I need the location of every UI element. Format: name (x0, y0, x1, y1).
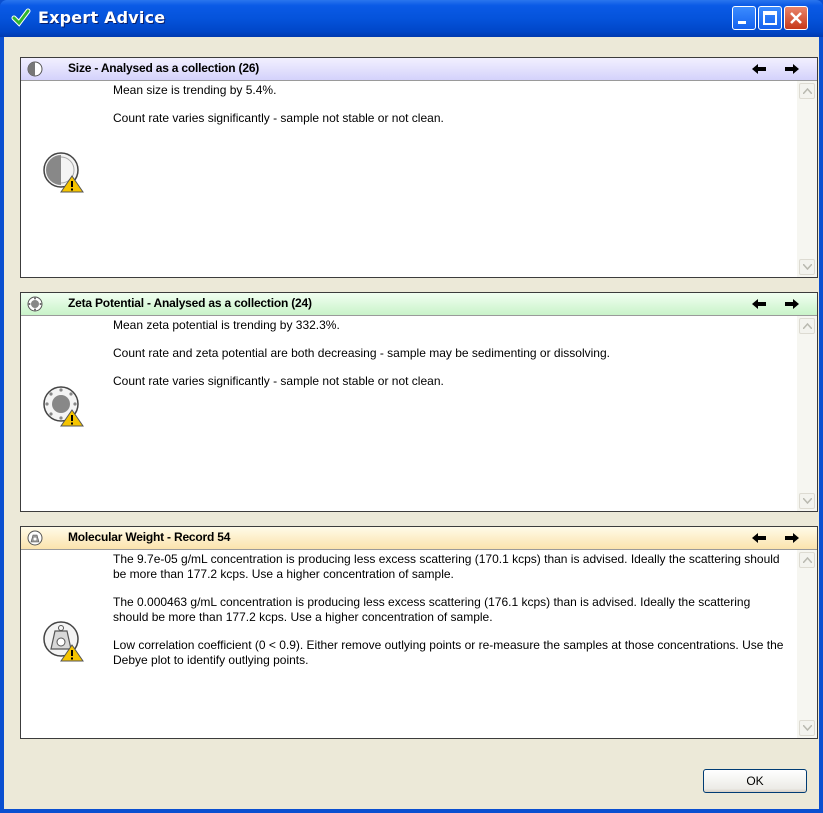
scroll-up-button[interactable] (799, 318, 815, 334)
message-text: Low correlation coefficient (0 < 0.9). E… (113, 638, 784, 667)
maximize-icon (763, 11, 777, 25)
ok-button[interactable]: OK (703, 769, 807, 793)
green-check-icon (11, 8, 31, 27)
scroll-down-button[interactable] (799, 720, 815, 736)
scroll-down-button[interactable] (799, 259, 815, 275)
expert-advice-window: Expert Advice Size - Analysed as a colle… (0, 0, 823, 813)
chevron-up-icon (803, 557, 812, 563)
dialog-client-area: Size - Analysed as a collection (26) Mea… (4, 37, 819, 809)
close-icon (790, 12, 802, 24)
close-button[interactable] (784, 6, 808, 30)
molecular-weight-icon (27, 530, 43, 546)
previous-arrow-icon[interactable] (750, 297, 768, 311)
size-panel-header: Size - Analysed as a collection (26) (21, 58, 817, 81)
title-bar[interactable]: Expert Advice (0, 0, 823, 37)
maximize-button[interactable] (758, 6, 782, 30)
zeta-panel-title: Zeta Potential - Analysed as a collectio… (68, 296, 312, 310)
scroll-down-button[interactable] (799, 493, 815, 509)
zeta-messages: Mean zeta potential is trending by 332.3… (113, 318, 787, 402)
chevron-down-icon (803, 725, 812, 731)
zeta-panel-header: Zeta Potential - Analysed as a collectio… (21, 293, 817, 316)
size-messages: Mean size is trending by 5.4%. Count rat… (113, 83, 787, 139)
message-text: Count rate varies significantly - sample… (113, 374, 444, 388)
size-scrollbar[interactable] (797, 81, 817, 277)
molecular-weight-messages: The 9.7e-05 g/mL concentration is produc… (113, 552, 787, 681)
scroll-up-button[interactable] (799, 552, 815, 568)
next-arrow-icon[interactable] (783, 297, 801, 311)
molecular-weight-advice-panel: Molecular Weight - Record 54 The 9.7e-05… (20, 526, 818, 739)
chevron-up-icon (803, 323, 812, 329)
message-text: Mean zeta potential is trending by 332.3… (113, 318, 340, 332)
minimize-button[interactable] (732, 6, 756, 30)
molecular-weight-scrollbar[interactable] (797, 550, 817, 738)
next-arrow-icon[interactable] (783, 531, 801, 545)
size-panel-body: Mean size is trending by 5.4%. Count rat… (21, 81, 817, 277)
chevron-up-icon (803, 88, 812, 94)
chevron-down-icon (803, 264, 812, 270)
window-title: Expert Advice (38, 8, 166, 27)
message-text: The 0.000463 g/mL concentration is produ… (113, 595, 751, 624)
minimize-icon (738, 21, 746, 24)
zeta-warning-icon (43, 386, 84, 427)
message-text: Count rate varies significantly - sample… (113, 111, 444, 125)
message-text: The 9.7e-05 g/mL concentration is produc… (113, 552, 780, 581)
size-panel-title: Size - Analysed as a collection (26) (68, 61, 260, 75)
size-icon (27, 61, 43, 77)
size-warning-icon (43, 152, 84, 193)
zeta-scrollbar[interactable] (797, 316, 817, 511)
next-arrow-icon[interactable] (783, 62, 801, 76)
message-text: Mean size is trending by 5.4%. (113, 83, 277, 97)
previous-arrow-icon[interactable] (750, 62, 768, 76)
zeta-panel-body: Mean zeta potential is trending by 332.3… (21, 316, 817, 511)
zeta-icon (27, 296, 43, 312)
size-advice-panel: Size - Analysed as a collection (26) Mea… (20, 57, 818, 278)
message-text: Count rate and zeta potential are both d… (113, 346, 610, 360)
molecular-weight-warning-icon (43, 621, 84, 662)
molecular-weight-panel-title: Molecular Weight - Record 54 (68, 530, 231, 544)
zeta-advice-panel: Zeta Potential - Analysed as a collectio… (20, 292, 818, 512)
previous-arrow-icon[interactable] (750, 531, 768, 545)
scroll-up-button[interactable] (799, 83, 815, 99)
molecular-weight-panel-header: Molecular Weight - Record 54 (21, 527, 817, 550)
chevron-down-icon (803, 498, 812, 504)
molecular-weight-panel-body: The 9.7e-05 g/mL concentration is produc… (21, 550, 817, 738)
